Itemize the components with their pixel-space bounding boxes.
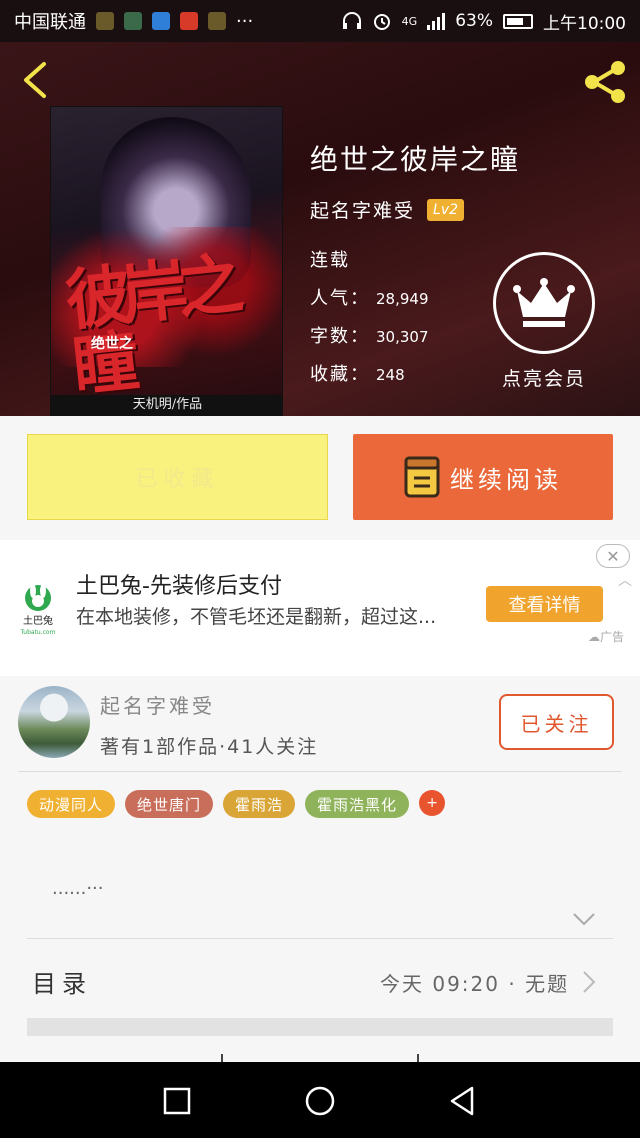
favorites-stat: 收藏： 248 (310, 364, 405, 385)
cover-author-credit: 天机明/作品 (51, 395, 282, 415)
wordcount-stat: 字数： 30,307 (310, 326, 429, 347)
vip-label[interactable]: 点亮会员 (502, 364, 586, 391)
tag-chip[interactable]: 动漫同人 (27, 790, 116, 818)
ad-description: 在本地装修，不管毛坯还是翻新，超过这... (76, 606, 437, 628)
vip-button[interactable] (493, 252, 595, 354)
continue-reading-label: 继续阅读 (450, 465, 562, 494)
book-intro: ......··· (52, 878, 104, 899)
network-type: 4G (401, 14, 418, 28)
ad-tag: ☁广告 (588, 630, 625, 644)
book-header: 彼岸之瞳 绝世之 天机明/作品 绝世之彼岸之瞳 起名字难受 Lv2 连载 人气：… (0, 42, 640, 416)
notification-icon (96, 12, 114, 30)
popularity-value: 28,949 (376, 290, 429, 308)
ad-details-button[interactable]: 查看详情 (486, 586, 603, 622)
status-bar: 中国联通 ··· 4G 63% 上午10:00 (0, 0, 640, 42)
serial-status: 连载 (310, 250, 350, 271)
chevron-down-icon[interactable] (572, 912, 596, 926)
battery-percent: 63% (455, 11, 493, 31)
favorites-value: 248 (376, 366, 405, 384)
circle-icon[interactable] (303, 1084, 337, 1118)
more-notifications: ··· (236, 10, 254, 32)
battery-icon (503, 13, 533, 29)
notification-icon (208, 12, 226, 30)
latest-chapter[interactable]: 今天 09:20 · 无题 (380, 968, 569, 997)
divider (18, 771, 622, 772)
author-stats: 著有1部作品·41人关注 (100, 736, 319, 758)
tubatu-logo: 土巴兔 Tubatu.com (20, 584, 56, 636)
wordcount-value: 30,307 (376, 328, 429, 346)
add-tag-button[interactable]: + (419, 790, 446, 816)
clock: 上午10:00 (543, 13, 626, 34)
popularity-stat: 人气： 28,949 (310, 288, 429, 309)
square-icon[interactable] (160, 1084, 194, 1118)
listen-app-icon (180, 12, 198, 30)
action-bar: 已收藏 继续阅读 (0, 416, 640, 540)
cloud-app-icon (152, 12, 170, 30)
chapter-list-placeholder (27, 1018, 613, 1036)
chevron-left-icon[interactable] (18, 60, 52, 100)
author-name[interactable]: 起名字难受 (310, 196, 415, 223)
ad-title: 土巴兔-先装修后支付 (76, 574, 282, 599)
tag-chip[interactable]: 绝世唐门 (125, 790, 214, 818)
continue-reading-button[interactable]: 继续阅读 (353, 434, 613, 520)
toc-label[interactable]: 目录 (32, 964, 92, 999)
chevron-right-icon[interactable] (582, 970, 596, 994)
triangle-back-icon[interactable] (446, 1084, 480, 1118)
svg-text:土巴兔: 土巴兔 (23, 614, 53, 627)
carrier-label: 中国联通 (14, 12, 86, 33)
author-section: 起名字难受 著有1部作品·41人关注 已关注 动漫同人 绝世唐门 霍雨浩 霍雨浩黑化 +… (0, 676, 640, 1062)
tag-list: 动漫同人 绝世唐门 霍雨浩 霍雨浩黑化 + (27, 790, 446, 818)
followed-button[interactable]: 已关注 (499, 694, 614, 750)
signal-icon (427, 12, 446, 30)
book-icon (404, 456, 440, 498)
alarm-icon (373, 14, 390, 30)
cover-subtitle: 绝世之 (91, 336, 133, 352)
system-nav-bar (0, 1062, 640, 1138)
author-row: 起名字难受 Lv2 (310, 196, 465, 223)
tag-chip[interactable]: 霍雨浩黑化 (305, 790, 410, 818)
avatar[interactable] (18, 686, 90, 758)
divider (27, 938, 613, 939)
chevron-up-icon[interactable]: ︿ (618, 570, 632, 590)
tag-chip[interactable]: 霍雨浩 (223, 790, 296, 818)
ad-banner[interactable]: 土巴兔 Tubatu.com 土巴兔-先装修后支付 在本地装修，不管毛坯还是翻新… (0, 540, 640, 676)
headphones-icon (342, 12, 361, 29)
author-panel-name[interactable]: 起名字难受 (100, 690, 215, 719)
favorited-button[interactable]: 已收藏 (27, 434, 328, 520)
book-title: 绝世之彼岸之瞳 (310, 143, 521, 176)
share-icon[interactable] (582, 60, 628, 104)
crown-icon (513, 278, 575, 327)
notification-icon (124, 12, 142, 30)
svg-text:Tubatu.com: Tubatu.com (20, 629, 56, 636)
cover-title: 彼岸之瞳 (62, 244, 238, 406)
book-cover[interactable]: 彼岸之瞳 绝世之 天机明/作品 (50, 106, 283, 416)
close-icon[interactable]: ✕ (596, 544, 630, 568)
level-badge: Lv2 (427, 198, 465, 221)
